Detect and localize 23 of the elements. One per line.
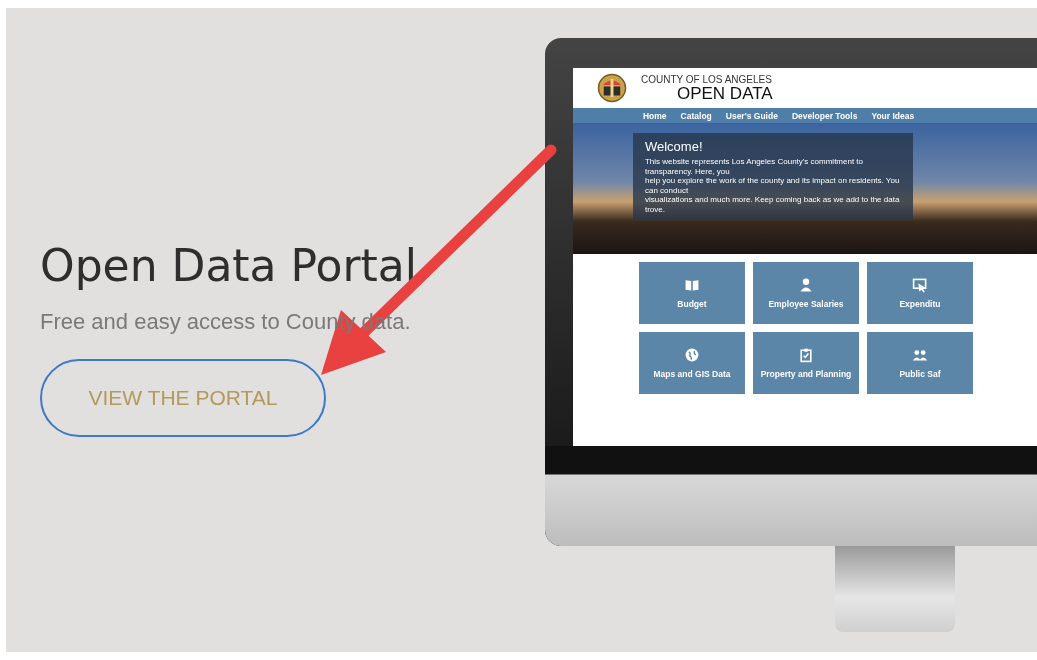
- site-nav-link[interactable]: Developer Tools: [791, 110, 858, 121]
- category-tile[interactable]: Budget: [638, 262, 745, 324]
- pointer-icon: [911, 277, 928, 293]
- book-icon: [683, 277, 700, 293]
- globe-icon: [683, 347, 700, 363]
- site-header-subtitle: COUNTY OF LOS ANGELES: [640, 74, 773, 85]
- category-tile[interactable]: Maps and GIS Data: [638, 332, 745, 394]
- welcome-text: visualizations and much more. Keep coming back as we add to the data trove.: [644, 195, 901, 214]
- seal-icon: [596, 73, 627, 103]
- site-nav-link[interactable]: Home: [642, 110, 667, 121]
- category-tile[interactable]: Property and Planning: [752, 332, 859, 394]
- category-tile[interactable]: Employee Salaries: [752, 262, 859, 324]
- site-nav-link[interactable]: User's Guide: [725, 110, 778, 121]
- view-portal-button[interactable]: VIEW THE PORTAL: [40, 359, 326, 437]
- site-nav-link[interactable]: Your Ideas: [871, 110, 915, 121]
- site-nav-link[interactable]: Catalog: [680, 110, 712, 121]
- people-icon: [911, 347, 928, 363]
- category-tile[interactable]: Expenditu: [866, 262, 973, 324]
- portal-title: Open Data Portal: [40, 240, 417, 291]
- category-tile[interactable]: Public Saf: [866, 332, 973, 394]
- welcome-title: Welcome!: [644, 139, 704, 154]
- clipboard-icon: [797, 347, 814, 363]
- site-header-title: OPEN DATA: [676, 84, 773, 102]
